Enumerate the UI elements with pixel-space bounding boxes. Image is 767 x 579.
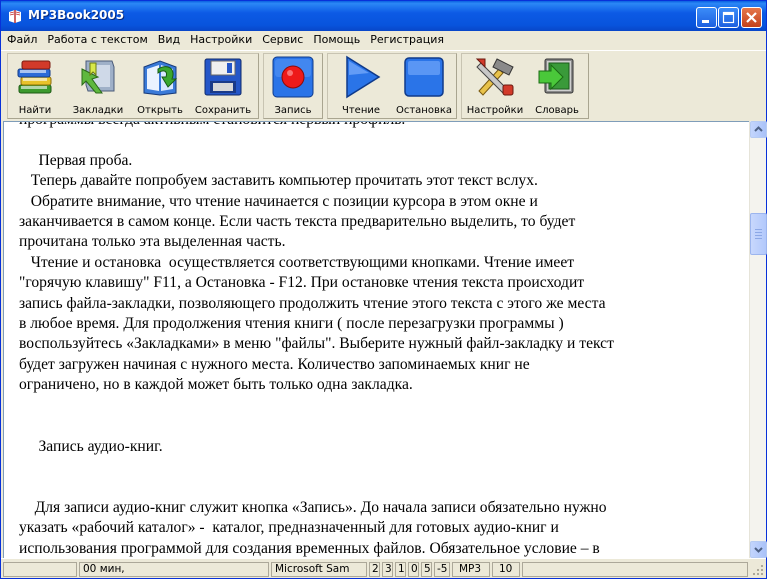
text-line: ограничено, но в каждой может быть тольк… xyxy=(19,376,413,394)
menu-bar: Файл Работа с текстом Вид Настройки Серв… xyxy=(1,31,766,49)
stop-icon xyxy=(404,57,444,97)
text-line: в любое время. Для продолжения чтения кн… xyxy=(19,315,564,333)
text-line: указать «рабочий каталог» - каталог, пре… xyxy=(19,519,559,537)
minimize-icon xyxy=(702,20,709,23)
menu-registration[interactable]: Регистрация xyxy=(365,31,449,49)
close-icon xyxy=(746,12,757,23)
stop-button[interactable]: Остановка xyxy=(394,53,454,117)
status-value: 5 xyxy=(421,562,432,577)
menu-view[interactable]: Вид xyxy=(153,31,185,49)
app-book-icon xyxy=(9,10,21,23)
text-line xyxy=(19,477,749,497)
bookmarks-icon xyxy=(81,60,115,94)
read-label: Чтение xyxy=(341,105,381,116)
dictionary-icon xyxy=(538,58,574,94)
text-line: воспользуйтесь «Закладками» в меню "файл… xyxy=(19,335,614,353)
text-line: Для записи аудио-книг служит кнопка «Зап… xyxy=(19,498,607,516)
text-line: программы всегда активным становится пер… xyxy=(19,122,749,130)
open-book-icon xyxy=(143,60,178,96)
floppy-disk-icon xyxy=(204,58,242,96)
text-line: "горячую клавишу" F11, а Остановка - F12… xyxy=(19,274,585,292)
text-line: Обратите внимание, что чтение начинается… xyxy=(19,192,538,210)
status-time: 00 мин, xyxy=(79,562,269,577)
menu-service[interactable]: Сервис xyxy=(257,31,308,49)
record-button[interactable]: Запись xyxy=(263,53,323,117)
thumb-grip-line xyxy=(755,229,762,230)
scroll-up-button[interactable] xyxy=(750,121,767,138)
save-label: Сохранить xyxy=(194,105,252,116)
status-bar: 00 мин, Microsoft Sam 2 3 1 0 5 -5 MP3 1… xyxy=(1,558,766,578)
find-button[interactable]: Найти xyxy=(5,53,65,117)
menu-help[interactable]: Помощь xyxy=(308,31,365,49)
text-line: Чтение и остановка осуществляется соотве… xyxy=(19,253,575,271)
record-label: Запись xyxy=(274,105,312,116)
app-window: MP3Book2005 Файл Работа с текстом Вид На… xyxy=(0,0,767,579)
text-line: заканчивается в самом конце. Если часть … xyxy=(19,213,576,231)
vertical-scrollbar[interactable] xyxy=(749,121,767,558)
menu-settings[interactable]: Настройки xyxy=(185,31,257,49)
text-line xyxy=(19,130,749,150)
close-button[interactable] xyxy=(741,7,762,28)
menu-text-work[interactable]: Работа с текстом xyxy=(42,31,152,49)
book-text: программы всегда активным становится пер… xyxy=(19,122,749,558)
toolbar: Найти Закладки Открыть Сохранить Запись … xyxy=(1,50,766,120)
stop-label: Остановка xyxy=(395,105,453,116)
record-icon xyxy=(272,56,314,98)
status-value: 2 xyxy=(369,562,380,577)
thumb-grip-line xyxy=(755,232,762,233)
maximize-icon xyxy=(722,11,735,24)
window-title: MP3Book2005 xyxy=(28,8,125,22)
tools-icon xyxy=(475,58,514,96)
text-line: Первая проба. xyxy=(19,151,133,169)
find-label: Найти xyxy=(18,105,52,116)
maximize-button[interactable] xyxy=(718,7,739,28)
bookmarks-button[interactable]: Закладки xyxy=(68,53,128,117)
status-voice: Microsoft Sam xyxy=(271,562,367,577)
open-button[interactable]: Открыть xyxy=(130,53,190,117)
status-value: 0 xyxy=(408,562,419,577)
dictionary-button[interactable]: Словарь xyxy=(527,53,587,117)
dictionary-label: Словарь xyxy=(535,105,579,116)
text-line: запись файла-закладки, позволяющего прод… xyxy=(19,294,606,312)
title-bar[interactable]: MP3Book2005 xyxy=(1,1,766,31)
menu-file[interactable]: Файл xyxy=(1,31,42,49)
status-value: 3 xyxy=(382,562,393,577)
status-value: -5 xyxy=(434,562,450,577)
thumb-grip-line xyxy=(755,238,762,239)
text-line: Запись аудио-книг. xyxy=(19,437,163,455)
read-button[interactable]: Чтение xyxy=(331,53,391,117)
save-button[interactable]: Сохранить xyxy=(193,53,253,117)
books-icon xyxy=(17,60,52,94)
thumb-grip-line xyxy=(755,235,762,236)
status-format: MP3 xyxy=(452,562,490,577)
play-icon xyxy=(346,55,381,99)
text-line: прочитана только эта выделенная часть. xyxy=(19,233,286,251)
text-line xyxy=(19,416,749,436)
minimize-button[interactable] xyxy=(696,7,717,28)
text-line xyxy=(19,396,749,416)
scroll-down-button[interactable] xyxy=(750,541,767,558)
text-line: использования программой для создания вр… xyxy=(19,539,600,557)
settings-button[interactable]: Настройки xyxy=(465,53,525,117)
chevron-up-icon xyxy=(754,126,763,132)
resize-grip-icon[interactable] xyxy=(751,563,765,577)
open-label: Открыть xyxy=(137,105,183,116)
chevron-down-icon xyxy=(754,547,763,553)
scroll-thumb[interactable] xyxy=(750,213,767,255)
text-line: будет загружен начиная с нужного места. … xyxy=(19,355,530,373)
text-editor[interactable]: программы всегда активным становится пер… xyxy=(3,121,749,558)
status-cell-extra xyxy=(522,562,748,577)
status-cell-empty xyxy=(3,562,77,577)
status-bitrate: 10 xyxy=(492,562,520,577)
text-line: Теперь давайте попробуем заставить компь… xyxy=(19,172,538,190)
status-value: 1 xyxy=(395,562,406,577)
text-line xyxy=(19,457,749,477)
